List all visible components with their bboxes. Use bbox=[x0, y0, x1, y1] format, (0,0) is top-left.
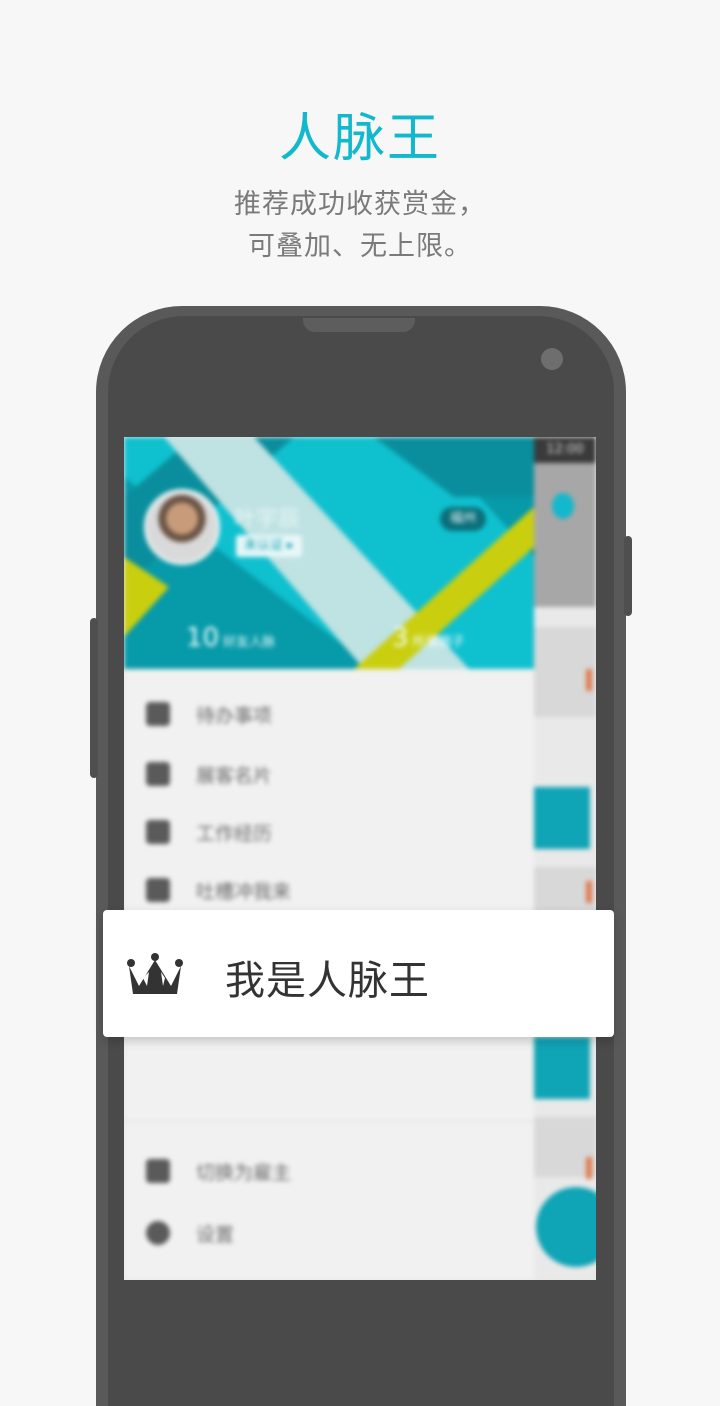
certification-badge[interactable]: 未认证 ▸ bbox=[236, 535, 302, 557]
phone-screen: 12:00 叶宇辰 未认证 ▸ 福州 10 好友人脉 3 所属圈子 待办事项 展… bbox=[124, 437, 596, 1280]
drop-icon bbox=[552, 493, 574, 519]
phone-speaker bbox=[303, 318, 415, 332]
feedback-icon bbox=[146, 878, 170, 902]
teal-button[interactable] bbox=[534, 1037, 590, 1099]
status-bar-time: 12:00 bbox=[534, 437, 596, 463]
profile-header: 叶宇辰 未认证 ▸ 福州 10 好友人脉 3 所属圈子 bbox=[124, 437, 534, 669]
phone-power-button bbox=[624, 536, 632, 616]
profile-name: 叶宇辰 bbox=[234, 507, 301, 532]
promo-title: 人脉王 bbox=[278, 109, 441, 169]
crown-icon bbox=[127, 953, 183, 994]
menu-item-label: 工作经历 bbox=[196, 822, 273, 845]
navigation-drawer: 叶宇辰 未认证 ▸ 福州 10 好友人脉 3 所属圈子 待办事项 展客名片 工作… bbox=[124, 437, 534, 1280]
menu-item-label: 展客名片 bbox=[196, 764, 273, 787]
status-tick bbox=[586, 1157, 592, 1179]
menu-item-switch-role[interactable]: 切换为雇主 bbox=[146, 1151, 291, 1191]
teal-button[interactable] bbox=[534, 787, 590, 849]
phone-camera bbox=[541, 348, 563, 370]
promo-subtitle-line-1: 推荐成功收获赏金， bbox=[234, 189, 486, 220]
stat-circles-number: 3 bbox=[392, 623, 409, 653]
location-badge: 福州 bbox=[440, 507, 487, 531]
stat-circles[interactable]: 3 所属圈子 bbox=[392, 623, 465, 653]
avatar[interactable] bbox=[144, 489, 220, 565]
floating-action-button[interactable] bbox=[536, 1187, 596, 1267]
menu-item-work-history[interactable]: 工作经历 bbox=[146, 812, 272, 852]
menu-item-label: 待办事项 bbox=[196, 704, 273, 727]
stat-friends[interactable]: 10 好友人脉 bbox=[186, 623, 275, 653]
status-tick bbox=[586, 669, 592, 691]
menu-item-business-card[interactable]: 展客名片 bbox=[146, 754, 272, 794]
menu-item-label: 设置 bbox=[196, 1223, 235, 1246]
menu-item-label: 我是人脉王 bbox=[225, 958, 430, 1004]
menu-item-settings[interactable]: 设置 bbox=[146, 1213, 234, 1253]
menu-item-label: 吐槽冲我来 bbox=[196, 880, 292, 903]
stat-friends-number: 10 bbox=[186, 623, 220, 653]
status-tick bbox=[586, 881, 592, 903]
calendar-icon bbox=[146, 702, 170, 726]
menu-item-label: 切换为雇主 bbox=[196, 1161, 292, 1184]
phone-volume-button bbox=[90, 618, 98, 778]
app-toolbar bbox=[534, 463, 596, 607]
contact-card-icon bbox=[146, 762, 170, 786]
underlying-app: 12:00 bbox=[534, 437, 596, 1280]
stat-friends-label: 好友人脉 bbox=[223, 635, 276, 650]
menu-item-connection-king[interactable]: 我是人脉王 bbox=[103, 910, 614, 1037]
switch-icon bbox=[146, 1159, 170, 1183]
gear-icon bbox=[146, 1221, 170, 1245]
menu-item-todo[interactable]: 待办事项 bbox=[146, 694, 272, 734]
drawer-divider bbox=[124, 1121, 534, 1122]
menu-item-feedback[interactable]: 吐槽冲我来 bbox=[146, 870, 291, 910]
promo-subtitle-line-2: 可叠加、无上限。 bbox=[248, 231, 472, 262]
briefcase-icon bbox=[146, 820, 170, 844]
stat-circles-label: 所属圈子 bbox=[412, 635, 465, 650]
